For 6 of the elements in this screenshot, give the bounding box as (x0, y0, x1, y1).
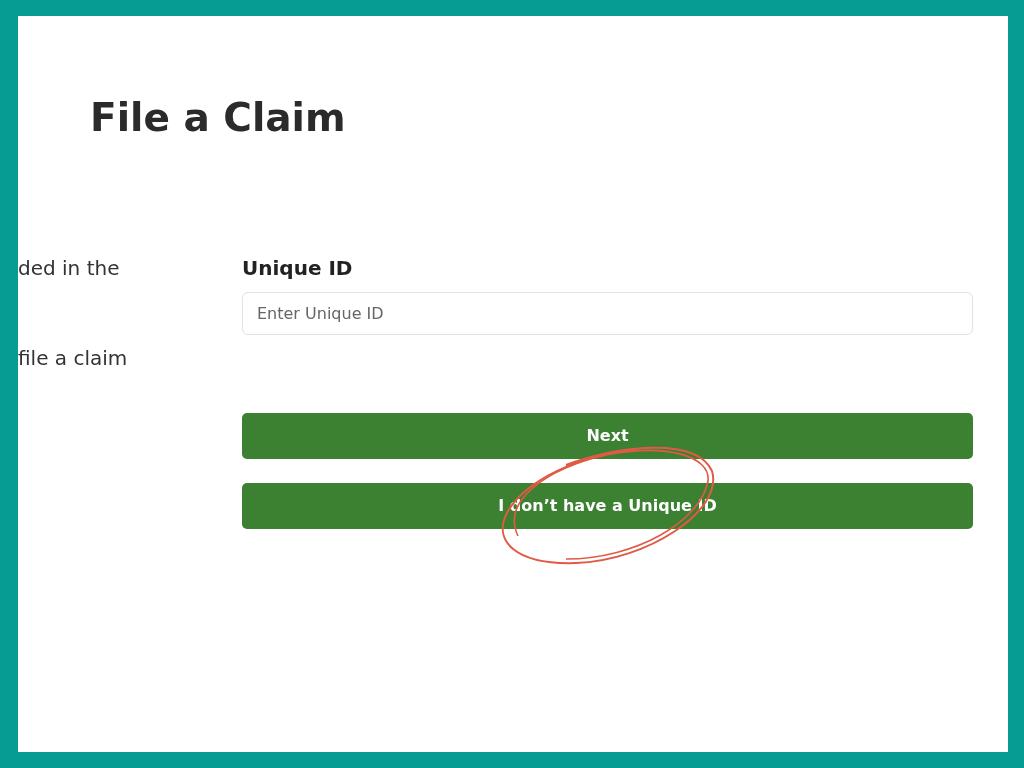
unique-id-field[interactable]: Enter Unique ID (242, 292, 973, 335)
intro-text: file a claim (18, 345, 129, 372)
submit-button[interactable]: Next (242, 413, 973, 459)
page-title: File a Claim (89, 94, 347, 137)
field-label: Unique ID (242, 255, 354, 282)
intro-text: ded in the (18, 255, 121, 282)
